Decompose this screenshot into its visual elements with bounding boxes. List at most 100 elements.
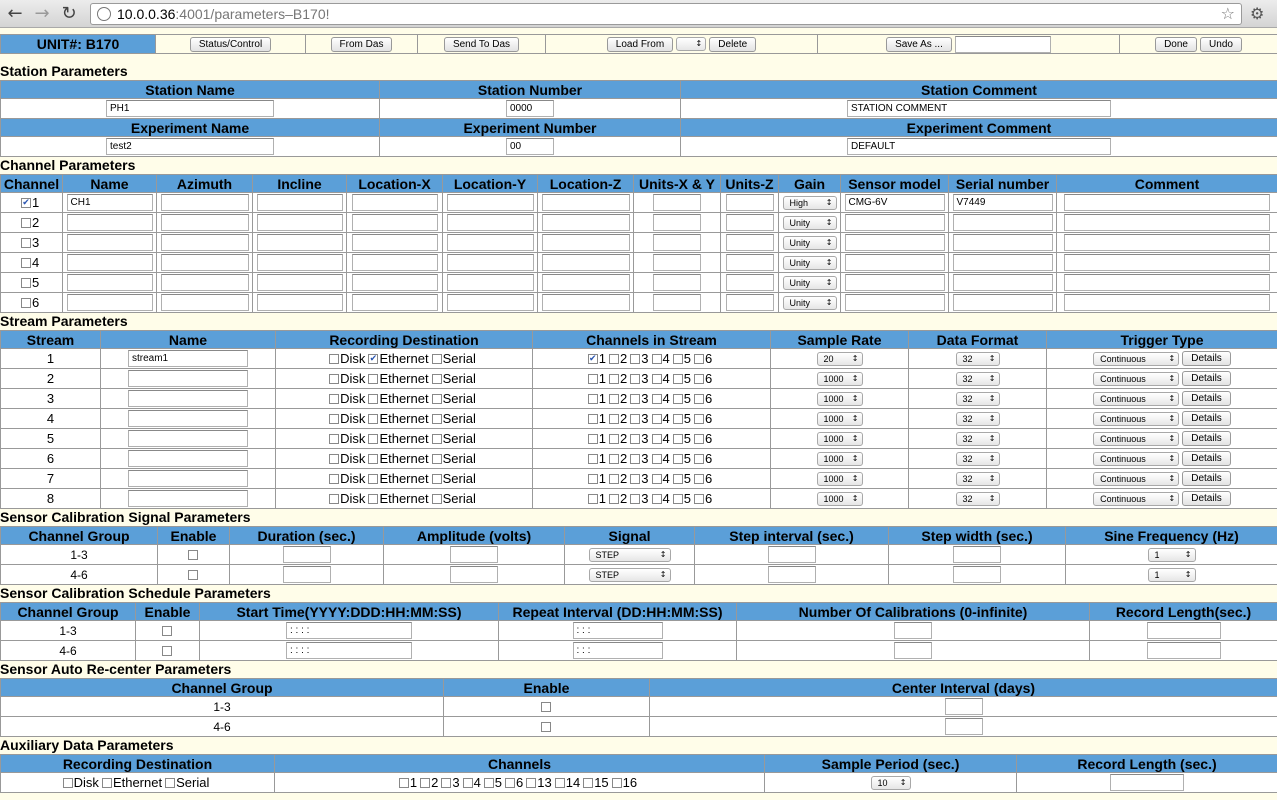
- status-control-button[interactable]: Status/Control: [189, 36, 272, 52]
- stream-channel-checkbox[interactable]: [651, 393, 662, 404]
- location-y-input[interactable]: [446, 274, 534, 291]
- channel-enable-checkbox[interactable]: [21, 297, 31, 308]
- step-width-input[interactable]: [953, 546, 1001, 563]
- location-x-input[interactable]: [351, 194, 438, 211]
- units-xy-input[interactable]: [653, 194, 701, 211]
- aux-record-length-input[interactable]: [1110, 774, 1184, 791]
- dest-ethernet-checkbox[interactable]: [368, 373, 379, 384]
- location-x-input[interactable]: [351, 234, 438, 251]
- amplitude-input[interactable]: [450, 566, 498, 583]
- aux-channel-checkbox[interactable]: [611, 777, 622, 788]
- save-as-button[interactable]: Save As ...: [886, 36, 952, 52]
- location-z-input[interactable]: [541, 274, 630, 291]
- repeat-interval-input[interactable]: : : :: [572, 622, 663, 639]
- stream-channel-checkbox[interactable]: [630, 413, 641, 424]
- dest-disk-checkbox[interactable]: [329, 453, 340, 464]
- record-length-input[interactable]: [1146, 642, 1221, 659]
- undo-button[interactable]: Undo: [1200, 36, 1242, 52]
- number-of-calibrations-input[interactable]: [894, 642, 932, 659]
- location-y-input[interactable]: [446, 194, 534, 211]
- stream-channel-checkbox[interactable]: [672, 433, 683, 444]
- gain-select[interactable]: Unity: [782, 235, 837, 250]
- stream-channel-checkbox[interactable]: [630, 473, 641, 484]
- stream-channel-checkbox[interactable]: [587, 413, 598, 424]
- gain-select[interactable]: Unity: [782, 255, 837, 270]
- location-y-input[interactable]: [446, 214, 534, 231]
- stream-channel-checkbox[interactable]: [672, 453, 683, 464]
- stream-channel-checkbox[interactable]: [609, 353, 620, 364]
- comment-input[interactable]: [1064, 214, 1270, 231]
- repeat-interval-input[interactable]: : : :: [572, 642, 663, 659]
- load-from-button[interactable]: Load From: [606, 36, 674, 52]
- units-xy-input[interactable]: [653, 234, 701, 251]
- aux-dest-serial-checkbox[interactable]: [165, 777, 176, 788]
- location-x-input[interactable]: [351, 254, 438, 271]
- details-button[interactable]: Details: [1182, 351, 1231, 366]
- reload-icon[interactable]: ↻: [58, 3, 80, 25]
- aux-channel-checkbox[interactable]: [583, 777, 594, 788]
- step-width-input[interactable]: [953, 566, 1001, 583]
- dest-serial-checkbox[interactable]: [431, 413, 442, 424]
- trigger-type-select[interactable]: Continuous: [1093, 371, 1180, 386]
- azimuth-input[interactable]: [160, 274, 249, 291]
- duration-input[interactable]: [282, 566, 331, 583]
- channel-enable-checkbox[interactable]: [21, 217, 31, 228]
- location-z-input[interactable]: [541, 234, 630, 251]
- stream-channel-checkbox[interactable]: [630, 373, 641, 384]
- stream-channel-checkbox[interactable]: [693, 453, 704, 464]
- experiment-name-input[interactable]: test2: [106, 138, 274, 155]
- station-number-input[interactable]: 0000: [506, 100, 554, 117]
- incline-input[interactable]: [256, 214, 343, 231]
- cal-enable-checkbox[interactable]: [188, 569, 198, 580]
- send-to-das-button[interactable]: Send To Das: [443, 36, 520, 52]
- units-xy-input[interactable]: [653, 294, 701, 311]
- aux-channel-checkbox[interactable]: [398, 777, 409, 788]
- stream-channel-checkbox[interactable]: [672, 373, 683, 384]
- stream-channel-checkbox[interactable]: [630, 433, 641, 444]
- trigger-type-select[interactable]: Continuous: [1093, 431, 1180, 446]
- incline-input[interactable]: [256, 234, 343, 251]
- comment-input[interactable]: [1064, 234, 1270, 251]
- signal-select[interactable]: STEP: [588, 567, 671, 582]
- stream-channel-checkbox[interactable]: [672, 353, 683, 364]
- dest-ethernet-checkbox[interactable]: [368, 493, 379, 504]
- units-z-input[interactable]: [725, 214, 774, 231]
- aux-dest-disk-checkbox[interactable]: [62, 777, 73, 788]
- stream-name-input[interactable]: stream1: [128, 350, 248, 367]
- done-button[interactable]: Done: [1155, 36, 1197, 52]
- stream-channel-checkbox[interactable]: [630, 393, 641, 404]
- location-z-input[interactable]: [541, 294, 630, 311]
- dest-ethernet-checkbox[interactable]: [368, 393, 379, 404]
- sine-frequency-select[interactable]: 1: [1147, 547, 1196, 562]
- sample-rate-select[interactable]: 20: [816, 351, 863, 366]
- duration-input[interactable]: [282, 546, 331, 563]
- stream-channel-checkbox[interactable]: [587, 433, 598, 444]
- stream-channel-checkbox[interactable]: [672, 473, 683, 484]
- start-time-input[interactable]: : : : :: [286, 622, 412, 639]
- aux-channel-checkbox[interactable]: [554, 777, 565, 788]
- stream-channel-checkbox[interactable]: [587, 473, 598, 484]
- stream-name-input[interactable]: [128, 370, 248, 387]
- sample-period-select[interactable]: 10: [870, 775, 911, 790]
- data-format-select[interactable]: 32: [955, 491, 1000, 506]
- dest-disk-checkbox[interactable]: [329, 373, 340, 384]
- trigger-type-select[interactable]: Continuous: [1093, 471, 1180, 486]
- data-format-select[interactable]: 32: [955, 411, 1000, 426]
- location-y-input[interactable]: [446, 234, 534, 251]
- units-xy-input[interactable]: [653, 254, 701, 271]
- stream-channel-checkbox[interactable]: [672, 493, 683, 504]
- stream-channel-checkbox[interactable]: [693, 353, 704, 364]
- dest-serial-checkbox[interactable]: [431, 453, 442, 464]
- stream-channel-checkbox[interactable]: [672, 393, 683, 404]
- details-button[interactable]: Details: [1182, 471, 1231, 486]
- location-x-input[interactable]: [351, 214, 438, 231]
- aux-channel-checkbox[interactable]: [420, 777, 431, 788]
- incline-input[interactable]: [256, 254, 343, 271]
- channel-name-input[interactable]: [66, 254, 153, 271]
- data-format-select[interactable]: 32: [955, 371, 1000, 386]
- trigger-type-select[interactable]: Continuous: [1093, 451, 1180, 466]
- cal-enable-checkbox[interactable]: [188, 549, 198, 560]
- channel-enable-checkbox[interactable]: [21, 277, 31, 288]
- data-format-select[interactable]: 32: [955, 451, 1000, 466]
- channel-enable-checkbox[interactable]: [21, 237, 31, 248]
